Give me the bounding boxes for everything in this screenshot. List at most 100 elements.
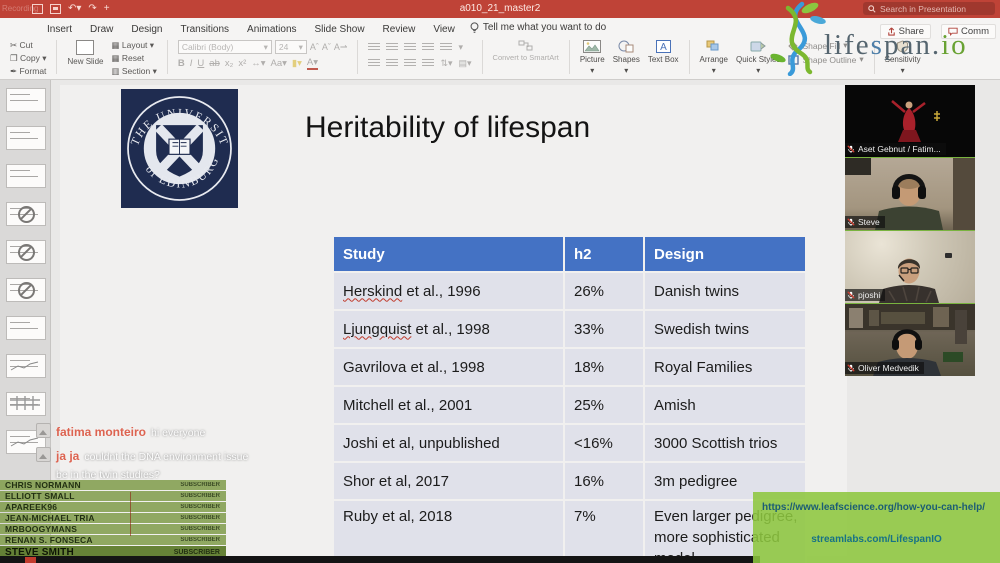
subscriber-name: RENAN S. FONSECA	[5, 535, 93, 545]
highlight-button[interactable]: ▮▾	[292, 58, 302, 69]
slide-thumbnail[interactable]	[6, 392, 46, 416]
muted-mic-icon	[847, 218, 855, 226]
webcam-feed: Aset Gebnut / Fatim...	[845, 85, 975, 157]
table-header: h2	[564, 237, 644, 272]
muted-mic-icon	[847, 364, 855, 372]
heritability-table: Studyh2Design Herskind et al., 199626%Da…	[334, 237, 807, 563]
layout-button[interactable]: ▦ Layout ▾	[111, 40, 156, 51]
section-button[interactable]: ▥ Section ▾	[111, 66, 156, 77]
table-cell: Shor et al, 2017	[334, 462, 564, 500]
menu-tab-insert[interactable]: Insert	[38, 24, 81, 35]
table-cell: 25%	[564, 386, 644, 424]
table-row: Mitchell et al., 200125%Amish	[334, 386, 806, 424]
shapes-button[interactable]: Shapes▾	[613, 40, 640, 75]
reset-button[interactable]: ▦ Reset	[111, 53, 156, 64]
underline-button[interactable]: U	[197, 58, 204, 69]
chat-username: ja ja	[56, 449, 79, 463]
slide-thumbnail[interactable]	[6, 126, 46, 150]
shrink-font-icon[interactable]: Aˇ	[322, 41, 331, 53]
subscript-button[interactable]: x₂	[225, 58, 233, 69]
subscriber-name: APAREEK96	[5, 502, 57, 512]
subscriber-row: CHRIS NORMANNSUBSCRIBER	[0, 480, 226, 490]
copy-button[interactable]: ❐ Copy ▾	[10, 53, 46, 64]
font-color-button[interactable]: A▾	[307, 57, 318, 70]
new-slide-icon	[76, 40, 94, 55]
subscriber-name: ELLIOTT SMALL	[5, 491, 75, 501]
menu-tab-view[interactable]: View	[424, 24, 464, 35]
menu-tab-review[interactable]: Review	[374, 24, 425, 35]
grow-font-icon[interactable]: Aˆ	[310, 41, 319, 53]
bullets-icon[interactable]	[368, 43, 380, 52]
subscriber-list: CHRIS NORMANNSUBSCRIBERELLIOTT SMALL SUBS…	[0, 480, 226, 559]
menu-tab-animations[interactable]: Animations	[238, 24, 305, 35]
mini-table-icon	[10, 396, 40, 410]
font-name-select[interactable]: Calibri (Body)▾	[178, 40, 272, 54]
justify-icon[interactable]	[422, 59, 434, 68]
align-center-icon[interactable]	[386, 59, 398, 68]
no-entry-icon	[18, 282, 35, 299]
table-row: Gavrilova et al., 199818%Royal Families	[334, 348, 806, 386]
tell-me-box[interactable]: Tell me what you want to do	[470, 22, 606, 34]
new-slide-button[interactable]: New Slide	[67, 40, 103, 66]
subscriber-row: APAREEK96 SUBSCRIBER	[0, 502, 226, 512]
menu-tab-design[interactable]: Design	[122, 24, 171, 35]
no-entry-icon	[18, 206, 35, 223]
chat-message: fatima monteirohi everyone	[36, 423, 256, 441]
align-right-icon[interactable]	[404, 59, 416, 68]
format-painter-button[interactable]: ✒ Format	[10, 66, 46, 77]
menu-tab-slide-show[interactable]: Slide Show	[306, 24, 374, 35]
table-cell: Royal Families	[644, 348, 806, 386]
char-spacing-button[interactable]: ↔▾	[251, 58, 265, 69]
table-row: Ruby et al, 20187%Even larger pedigree, …	[334, 500, 806, 563]
bold-button[interactable]: B	[178, 58, 185, 69]
cut-button[interactable]: ✂ Cut	[10, 40, 46, 51]
subscriber-badge: SUBSCRIBER	[180, 504, 220, 510]
app-window: Recording ↶▾ ↷ + a010_21_master2 Search …	[0, 0, 1000, 563]
align-left-icon[interactable]	[368, 59, 380, 68]
clear-format-icon[interactable]: A⇀	[334, 41, 348, 53]
streamlabs-link: streamlabs.com/LifespanIO	[753, 534, 1000, 545]
slide-thumbnail[interactable]	[6, 278, 46, 302]
slide-thumbnail[interactable]	[6, 354, 46, 378]
menu-tab-transitions[interactable]: Transitions	[172, 24, 239, 35]
strikethrough-button[interactable]: ab	[209, 58, 220, 69]
muted-mic-icon	[847, 145, 855, 153]
numbering-icon[interactable]	[386, 43, 398, 52]
arrange-button[interactable]: Arrange▾	[700, 40, 728, 75]
slide-thumbnail[interactable]	[6, 316, 46, 340]
subscriber-badge: SUBSCRIBER	[180, 515, 220, 521]
table-cell: 33%	[564, 310, 644, 348]
table-cell: Gavrilova et al., 1998	[334, 348, 564, 386]
webcam-feed: Steve	[845, 157, 975, 230]
webcam-name: pjoshi	[858, 290, 880, 300]
slide-thumbnail[interactable]	[6, 88, 46, 112]
lightbulb-icon	[470, 22, 479, 34]
table-cell: Ruby et al, 2018	[334, 500, 564, 563]
table-cell: 16%	[564, 462, 644, 500]
shapes-icon	[618, 40, 634, 53]
font-size-select[interactable]: 24▾	[275, 40, 307, 54]
table-cell: Ljungquist et al., 1998	[334, 310, 564, 348]
table-cell: Herskind et al., 1996	[334, 272, 564, 310]
indent-decrease-icon[interactable]	[404, 43, 416, 52]
no-entry-icon	[18, 244, 35, 261]
slide-thumbnail[interactable]	[6, 202, 46, 226]
change-case-button[interactable]: Aa▾	[271, 58, 287, 69]
table-cell: Amish	[644, 386, 806, 424]
columns-icon[interactable]: ▤▾	[459, 57, 472, 69]
picture-button[interactable]: Picture▾	[580, 40, 605, 75]
italic-button[interactable]: I	[190, 58, 193, 69]
menu-tab-draw[interactable]: Draw	[81, 24, 122, 35]
convert-smartart-button[interactable]: Convert to SmartArt	[493, 40, 559, 62]
text-direction-icon[interactable]: ⇅▾	[440, 57, 452, 69]
indent-increase-icon[interactable]	[422, 43, 434, 52]
slide-thumbnail[interactable]	[6, 164, 46, 188]
line-spacing-icon[interactable]	[440, 43, 452, 52]
superscript-button[interactable]: x²	[238, 58, 246, 69]
university-of-edinburgh-logo: THE UNIVERSITY of EDINBURGH	[121, 89, 238, 208]
table-cell: 7%	[564, 500, 644, 563]
subscriber-badge: SUBSCRIBER	[174, 549, 220, 556]
slide-thumbnail[interactable]	[6, 240, 46, 264]
subscriber-row: MRBOOGYMANSSUBSCRIBER	[0, 524, 226, 534]
text-box-button[interactable]: A Text Box	[648, 40, 679, 64]
